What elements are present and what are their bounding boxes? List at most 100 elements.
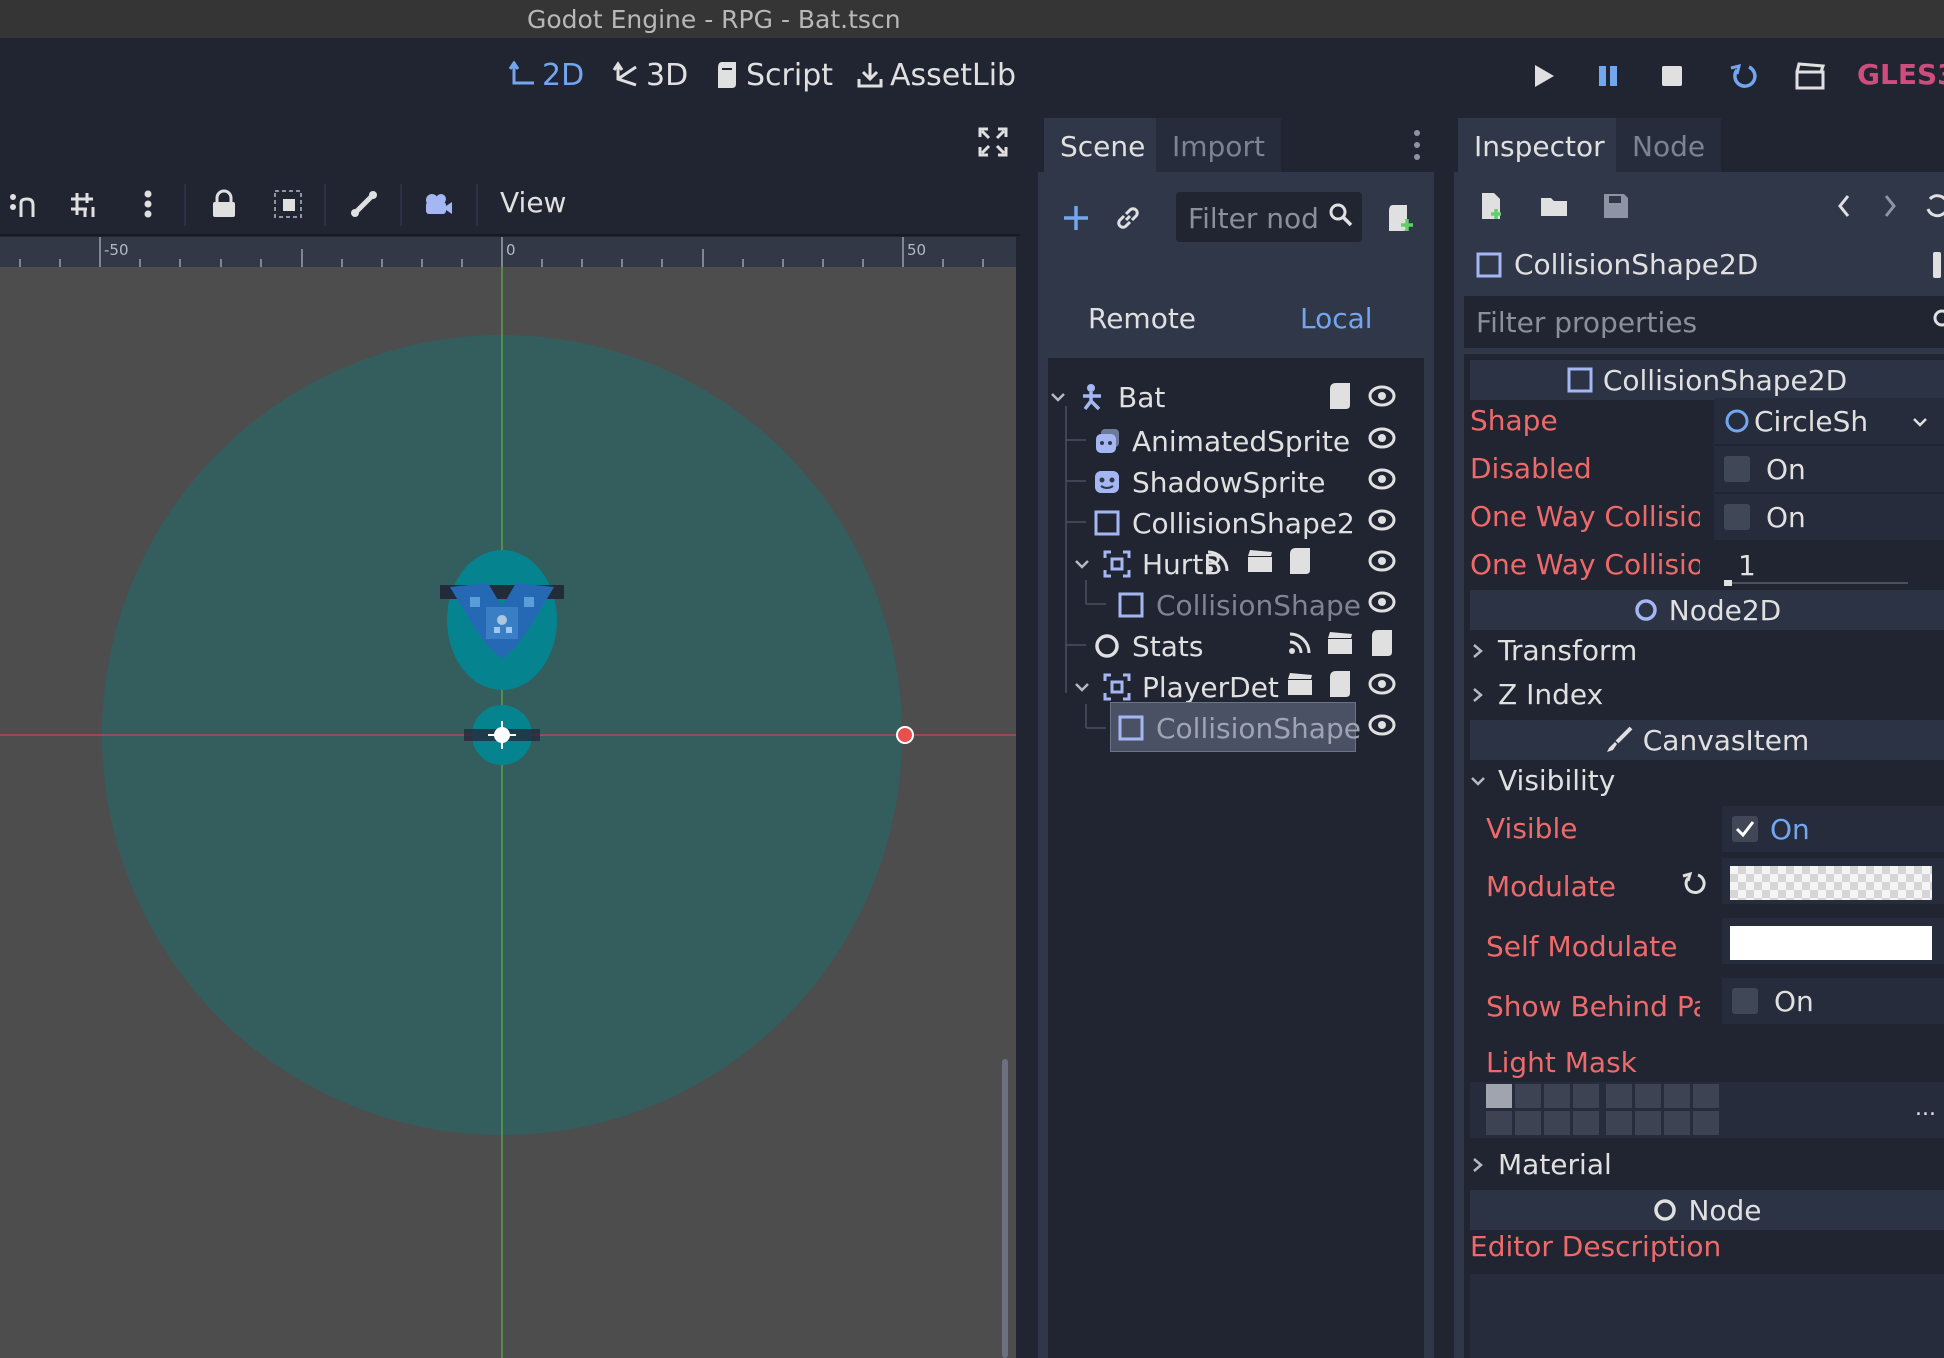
expand-icon <box>978 127 1008 157</box>
visibility-toggle[interactable] <box>1366 668 1398 700</box>
renderer-label[interactable]: GLES3 <box>1857 58 1944 91</box>
tree-node-animatedsprite[interactable]: AnimatedSprite <box>1092 418 1350 464</box>
signals-indicator[interactable] <box>1284 627 1316 659</box>
visibility-toggle[interactable] <box>1366 545 1398 577</box>
instance-scene-button[interactable] <box>1112 202 1144 234</box>
snap-toggle-button[interactable] <box>4 186 40 222</box>
snap-options-button[interactable] <box>130 186 166 222</box>
selected-object-name[interactable]: CollisionShape2D <box>1476 248 1758 281</box>
instance-indicator[interactable] <box>1324 627 1356 659</box>
modulate-color-picker[interactable] <box>1722 858 1944 904</box>
instance-indicator[interactable] <box>1244 545 1276 577</box>
camera-override-button[interactable] <box>420 186 456 222</box>
tab-inspector[interactable]: Inspector <box>1458 118 1621 172</box>
chevron-down-icon[interactable] <box>1048 382 1068 412</box>
tree-node-bat[interactable]: Bat <box>1048 374 1165 420</box>
load-resource-button[interactable] <box>1538 190 1570 222</box>
workspace-script-label: Script <box>746 57 834 93</box>
slider-grabber[interactable] <box>1724 580 1732 586</box>
tab-import[interactable]: Import <box>1156 118 1281 172</box>
history-forward-button[interactable] <box>1874 190 1906 222</box>
workspace-assetlib-button[interactable]: AssetLib <box>856 56 1016 94</box>
remote-tree-tab[interactable]: Remote <box>1088 302 1196 335</box>
distraction-free-button[interactable] <box>975 124 1011 160</box>
visibility-toggle[interactable] <box>1366 586 1398 618</box>
property-label-show-behind-parent: Show Behind Pa <box>1486 990 1700 1023</box>
stop-button[interactable] <box>1654 58 1690 94</box>
one-way-margin-spinbox[interactable]: 1 <box>1714 542 1944 588</box>
show-behind-parent-checkbox[interactable]: On <box>1722 978 1944 1024</box>
play-button[interactable] <box>1526 58 1562 94</box>
group-material[interactable]: Material <box>1470 1148 1612 1181</box>
group-visibility[interactable]: Visibility <box>1470 764 1615 797</box>
visibility-toggle[interactable] <box>1366 463 1398 495</box>
toolbar-separator <box>324 184 326 226</box>
open-script-button[interactable] <box>1324 668 1356 700</box>
editor-description-textarea[interactable] <box>1470 1274 1944 1358</box>
view-menu[interactable]: View <box>500 186 566 219</box>
self-modulate-color-picker[interactable] <box>1722 918 1944 964</box>
group-label: Transform <box>1498 634 1638 667</box>
workspace-2d-button[interactable]: 2D <box>508 56 584 94</box>
add-node-button[interactable] <box>1060 202 1092 234</box>
workspace-script-button[interactable]: Script <box>714 56 833 94</box>
chevron-down-icon[interactable] <box>1072 549 1092 579</box>
group-button[interactable] <box>270 186 306 222</box>
chevron-down-icon[interactable] <box>1912 416 1928 428</box>
visibility-toggle[interactable] <box>1366 422 1398 454</box>
save-resource-button[interactable] <box>1600 190 1632 222</box>
open-script-button[interactable] <box>1324 380 1356 412</box>
object-menu-button[interactable] <box>1930 250 1944 280</box>
chevron-right-icon <box>1470 1156 1486 1174</box>
2d-viewport-canvas[interactable] <box>0 267 1016 1358</box>
light-mask-layers[interactable]: ... <box>1470 1082 1944 1138</box>
attach-script-button[interactable] <box>1384 202 1416 234</box>
group-zindex[interactable]: Z Index <box>1470 678 1603 711</box>
section-title: CollisionShape2D <box>1602 363 1848 397</box>
tree-node-playerdetection-collisionshape[interactable]: CollisionShape <box>1116 705 1361 751</box>
visibility-toggle[interactable] <box>1366 709 1398 741</box>
open-script-button[interactable] <box>1284 545 1316 577</box>
one-way-collision-checkbox[interactable]: On <box>1714 494 1944 540</box>
signals-indicator[interactable] <box>1202 545 1234 577</box>
one-way-value: On <box>1766 500 1806 534</box>
color-swatch <box>1730 866 1932 900</box>
pause-button[interactable] <box>1590 58 1626 94</box>
grid-snap-button[interactable] <box>64 186 100 222</box>
workspace-2d-label: 2D <box>542 57 585 93</box>
instance-indicator[interactable] <box>1284 668 1316 700</box>
new-file-icon <box>1482 193 1501 219</box>
tree-node-stats[interactable]: Stats <box>1092 623 1203 669</box>
clapperboard-icon <box>1288 673 1312 695</box>
tree-node-collisionshape2[interactable]: CollisionShape2 <box>1092 500 1355 546</box>
object-history-button[interactable] <box>1920 190 1944 222</box>
tree-node-hurtbox[interactable]: HurtB <box>1072 541 1223 587</box>
visibility-toggle[interactable] <box>1366 380 1398 412</box>
tab-node[interactable]: Node <box>1616 118 1722 172</box>
tree-node-hurtbox-collisionshape[interactable]: CollisionShape <box>1116 582 1361 628</box>
kinematic-body-icon <box>1078 382 1108 412</box>
skeleton-button[interactable] <box>346 186 382 222</box>
chevron-down-icon[interactable] <box>1072 672 1092 702</box>
dock-menu-button[interactable] <box>1412 128 1422 162</box>
scene-filter-input[interactable]: Filter nod <box>1176 192 1362 242</box>
vertical-scrollbar[interactable] <box>1002 1059 1008 1358</box>
history-back-button[interactable] <box>1828 190 1860 222</box>
create-resource-button[interactable] <box>1476 190 1508 222</box>
group-transform[interactable]: Transform <box>1470 634 1637 667</box>
tree-node-shadowsprite[interactable]: ShadowSprite <box>1092 459 1326 505</box>
property-filter-input[interactable]: Filter properties <box>1464 296 1944 348</box>
shape-resource-picker[interactable]: CircleSh <box>1714 398 1944 444</box>
workspace-3d-button[interactable]: 3D <box>612 56 688 94</box>
reload-button[interactable] <box>1726 58 1762 94</box>
lock-button[interactable] <box>206 186 242 222</box>
visible-checkbox[interactable]: On <box>1722 806 1944 852</box>
play-custom-scene-button[interactable] <box>1792 58 1828 94</box>
visibility-toggle[interactable] <box>1366 504 1398 536</box>
tab-scene[interactable]: Scene <box>1044 118 1162 172</box>
local-tree-tab[interactable]: Local <box>1300 302 1373 335</box>
revert-button[interactable] <box>1678 868 1710 900</box>
disabled-checkbox[interactable]: On <box>1714 446 1944 492</box>
open-script-button[interactable] <box>1366 627 1398 659</box>
layer-menu-button[interactable]: ... <box>1915 1096 1936 1121</box>
